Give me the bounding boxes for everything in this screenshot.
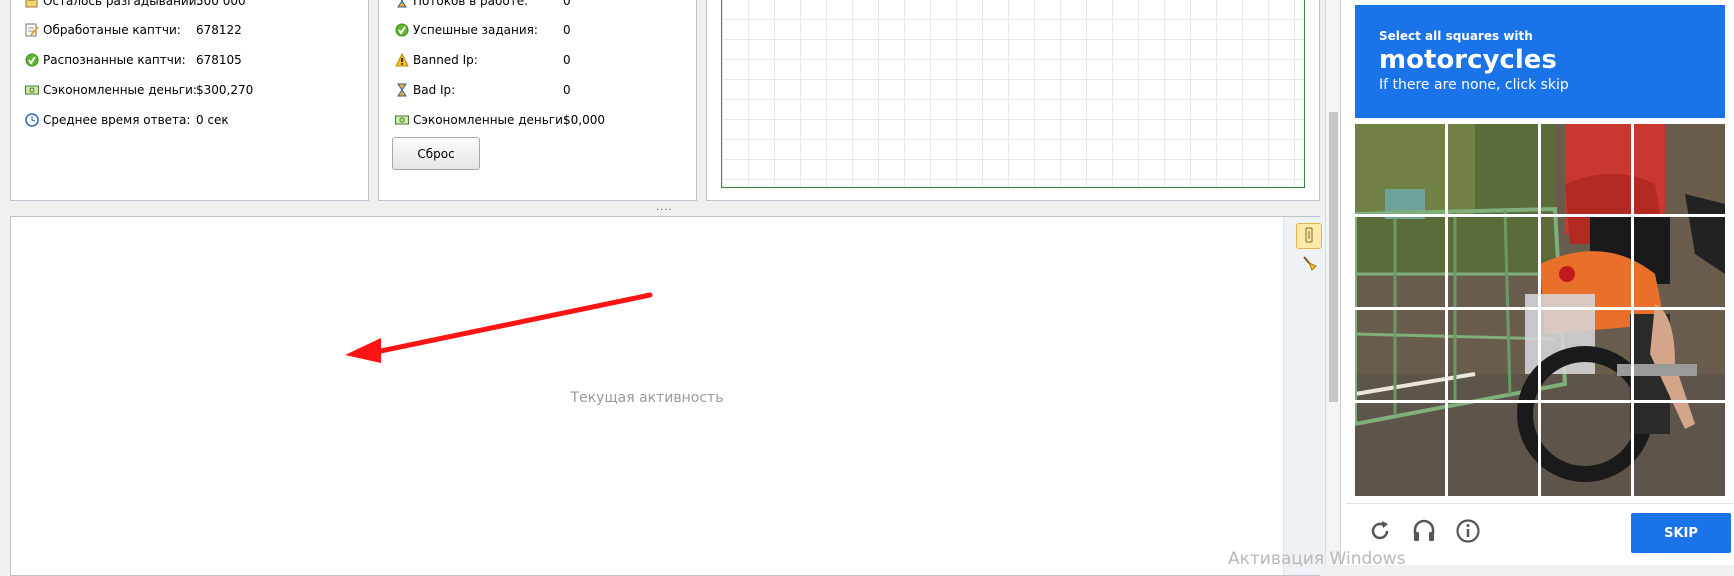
stat-value: 0 сек [196, 113, 229, 127]
captcha-tile[interactable] [1541, 310, 1631, 401]
check-circle-icon [25, 53, 39, 67]
captcha-tile[interactable] [1355, 310, 1445, 401]
reload-button[interactable] [1364, 516, 1396, 548]
skip-button[interactable]: SKIP [1631, 513, 1731, 553]
autoscroll-toggle-button[interactable] [1296, 223, 1322, 249]
captcha-hint: If there are none, click skip [1379, 77, 1569, 93]
recaptcha-widget: Select all squares with motorcycles If t… [1340, 0, 1734, 565]
stat-value: 0 [563, 0, 571, 8]
scrollbar-thumb[interactable] [1329, 112, 1338, 402]
stats-panel-middle: Потоков в работе: 0 Успешные задания: 0 … [378, 0, 697, 201]
stat-row-processed: Обработаные каптчи: 678122 [25, 20, 242, 40]
splitter-handle[interactable]: .... [656, 202, 673, 213]
reload-icon [1368, 519, 1392, 546]
stat-row-threads: Потоков в работе: 0 [395, 0, 571, 11]
stat-label: Среднее время ответа: [43, 113, 191, 127]
clear-log-button[interactable] [1296, 251, 1322, 277]
audio-challenge-button[interactable] [1408, 516, 1440, 548]
activity-toolbar [1283, 217, 1328, 575]
captcha-image-grid [1355, 124, 1725, 496]
captcha-target-object: motorcycles [1379, 45, 1557, 75]
captcha-tile[interactable] [1541, 403, 1631, 494]
warning-icon [395, 53, 409, 67]
stat-value: 500 000 [196, 0, 246, 8]
captcha-remaining-icon [25, 0, 39, 8]
stat-row-successful: Успешные задания: 0 [395, 20, 571, 40]
hourglass-icon [395, 0, 409, 8]
reset-button[interactable]: Сброс [392, 137, 480, 170]
stat-label: Сэкономленные деньги: [43, 83, 197, 97]
stats-panel-left: Осталось разгадываний: 500 000 Обработан… [10, 0, 369, 201]
captcha-tile[interactable] [1448, 310, 1538, 401]
stat-label: Обработаные каптчи: [43, 23, 181, 37]
stat-label: Успешные задания: [413, 23, 538, 37]
check-circle-icon [395, 23, 409, 37]
captcha-header: Select all squares with motorcycles If t… [1355, 5, 1725, 118]
captcha-tile[interactable] [1355, 124, 1445, 215]
stat-value: $0,000 [563, 113, 605, 127]
captcha-tile[interactable] [1541, 124, 1631, 215]
activity-panel: Текущая активность [10, 216, 1328, 576]
graph-panel [706, 0, 1320, 201]
windows-activation-watermark: Активация Windows [1228, 549, 1406, 569]
stat-row-saved-money: Сэкономленные деньги: $300,270 [25, 80, 253, 100]
captcha-tile[interactable] [1541, 217, 1631, 308]
graph-grid [721, 0, 1305, 188]
captcha-tile[interactable] [1634, 124, 1724, 215]
captcha-tile[interactable] [1355, 217, 1445, 308]
clock-icon [25, 113, 39, 127]
info-icon [1455, 518, 1481, 547]
scroll-lock-icon [1303, 227, 1315, 246]
stat-row-recognized: Распознанные каптчи: 678105 [25, 50, 242, 70]
stat-value: 0 [563, 83, 571, 97]
stat-value: $300,270 [196, 83, 254, 97]
captcha-tile[interactable] [1355, 403, 1445, 494]
stat-value: 0 [563, 23, 571, 37]
captcha-tile[interactable] [1448, 403, 1538, 494]
captcha-tile[interactable] [1634, 217, 1724, 308]
stat-value: 678105 [196, 53, 242, 67]
help-info-button[interactable] [1452, 516, 1484, 548]
stat-row-avg-response: Среднее время ответа: 0 сек [25, 110, 229, 130]
stat-row-saved-money: Сэкономленные деньги: $0,000 [395, 110, 605, 130]
vertical-scrollbar[interactable] [1325, 0, 1341, 565]
stat-label: Сэкономленные деньги: [413, 113, 567, 127]
stat-label: Осталось разгадываний: [43, 0, 201, 8]
stat-row-banned-ip: Banned Ip: 0 [395, 50, 571, 70]
captcha-tile[interactable] [1634, 403, 1724, 494]
stat-value: 678122 [196, 23, 242, 37]
money-icon [395, 113, 409, 127]
hourglass-icon [395, 83, 409, 97]
red-arrow-annotation [345, 292, 653, 363]
edit-document-icon [25, 23, 39, 37]
money-icon [25, 83, 39, 97]
stat-label: Распознанные каптчи: [43, 53, 186, 67]
stat-value: 0 [563, 53, 571, 67]
captcha-tile[interactable] [1448, 124, 1538, 215]
stat-label: Потоков в работе: [413, 0, 529, 8]
captcha-instruction: Select all squares with [1379, 29, 1533, 43]
stat-label: Banned Ip: [413, 53, 478, 67]
stat-label: Bad Ip: [413, 83, 456, 97]
activity-placeholder: Текущая активность [570, 390, 724, 406]
headphones-icon [1411, 518, 1437, 547]
captcha-tile[interactable] [1634, 310, 1724, 401]
stat-row-remaining: Осталось разгадываний: 500 000 [25, 0, 246, 11]
captcha-tile[interactable] [1448, 217, 1538, 308]
stat-row-bad-ip: Bad Ip: 0 [395, 80, 571, 100]
broom-icon [1301, 255, 1317, 274]
